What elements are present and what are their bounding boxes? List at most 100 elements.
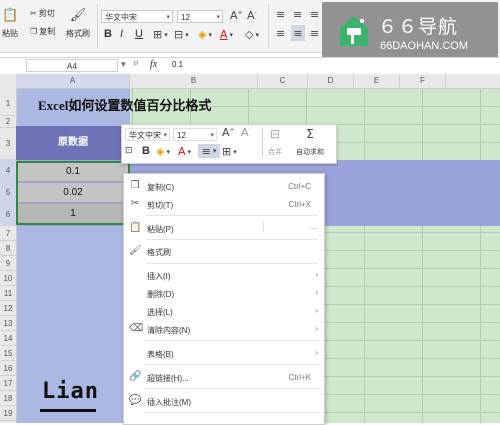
- row-header-15[interactable]: 15: [0, 346, 16, 361]
- bold-button[interactable]: B: [104, 28, 112, 40]
- merge-button[interactable]: ⊟ ▾: [174, 28, 189, 41]
- row-header-5[interactable]: 5: [0, 182, 16, 204]
- cut-button[interactable]: ✂ 剪切: [30, 8, 55, 19]
- header-cell-original-data[interactable]: 原数据: [16, 126, 130, 160]
- mini-bold-button[interactable]: B: [142, 145, 150, 157]
- sheet-title-cell[interactable]: Excel如何设置数值百分比格式: [38, 95, 211, 114]
- align-middle-button[interactable]: ≡: [293, 8, 302, 21]
- menu-item-delete[interactable]: 删除(D) ›: [123, 285, 323, 302]
- chevron-down-icon: ▾: [164, 30, 168, 39]
- ribbon-divider: [268, 4, 269, 48]
- paint-bucket-icon: ◈: [198, 28, 207, 41]
- menu-item-clear-contents[interactable]: ⌫ 清除内容(N) ›: [123, 321, 323, 338]
- row-header-18[interactable]: 18: [0, 391, 16, 406]
- clear-button[interactable]: ◇ ▾: [245, 28, 259, 41]
- font-size-select[interactable]: 12 ▾: [177, 10, 223, 23]
- clipboard-icon: 📋: [2, 8, 19, 23]
- menu-divider: [146, 388, 318, 389]
- underline-button[interactable]: U: [135, 28, 143, 40]
- menu-item-select[interactable]: 选择(L) ›: [123, 303, 323, 320]
- align-right-button[interactable]: ≡: [310, 27, 319, 40]
- row-header-17[interactable]: 17: [0, 376, 16, 391]
- menu-item-table[interactable]: 表格(B) ›: [123, 345, 323, 362]
- align-bottom-icon: ≡: [310, 8, 320, 21]
- row-header-6[interactable]: 6: [0, 204, 16, 226]
- menu-divider: [146, 340, 318, 341]
- row-header-12[interactable]: 12: [0, 301, 16, 316]
- column-header-e[interactable]: E: [354, 74, 400, 88]
- row-header-3[interactable]: 3: [0, 128, 16, 160]
- increase-font-button[interactable]: A+: [230, 9, 243, 22]
- menu-divider: [146, 239, 318, 240]
- column-header-b[interactable]: B: [130, 74, 258, 88]
- mini-border-button[interactable]: ⊞ ▾: [222, 145, 237, 158]
- font-name-select[interactable]: 华文中宋 ▾: [101, 10, 173, 23]
- align-center-button[interactable]: ≡: [291, 25, 305, 41]
- menu-item-copy[interactable]: ❐ 复制(C) Ctrl+C: [123, 178, 323, 195]
- row-header-13[interactable]: 13: [0, 316, 16, 331]
- menu-item-insert-comment[interactable]: 💬 插入批注(M): [123, 393, 323, 410]
- row-header-2[interactable]: 2: [0, 116, 16, 128]
- column-header-f[interactable]: F: [400, 74, 446, 88]
- mini-font-size-select[interactable]: 12 ▾: [173, 128, 217, 141]
- ribbon-divider: [97, 4, 98, 48]
- row-header-19[interactable]: 19: [0, 406, 16, 421]
- comment-icon: 💬: [129, 395, 142, 406]
- mini-align-center-button[interactable]: ≡ ▾: [198, 144, 220, 158]
- zoom-icon[interactable]: ⌕: [133, 57, 139, 70]
- menu-divider: [146, 263, 318, 264]
- align-left-button[interactable]: ≡: [276, 27, 285, 40]
- chevron-down-icon[interactable]: ▾: [121, 59, 126, 70]
- align-bottom-button[interactable]: ≡: [310, 8, 319, 21]
- chevron-down-icon: ▾: [166, 14, 170, 21]
- decrease-font-button[interactable]: A-: [247, 9, 257, 22]
- row-header-11[interactable]: 11: [0, 286, 16, 301]
- mini-font-name-select[interactable]: 华文中宋 ▾: [125, 128, 170, 141]
- column-header-c[interactable]: C: [258, 74, 308, 88]
- row-header-1[interactable]: 1: [0, 92, 16, 116]
- menu-item-cut[interactable]: ✂ 剪切(T) Ctrl+X: [123, 196, 323, 213]
- mini-autosum-button[interactable]: Σ 自动求和: [296, 127, 324, 157]
- row-header-10[interactable]: 10: [0, 271, 16, 286]
- row-header-7[interactable]: 7: [0, 226, 16, 241]
- column-header-a[interactable]: A: [16, 74, 130, 88]
- fx-icon[interactable]: fx: [150, 59, 157, 70]
- merge-cells-icon: ⊟: [269, 127, 281, 141]
- row-header-9[interactable]: 9: [0, 256, 16, 271]
- row-header-14[interactable]: 14: [0, 331, 16, 346]
- paste-button[interactable]: 📋 粘贴: [2, 8, 18, 39]
- align-top-button[interactable]: ≡: [276, 8, 285, 21]
- menu-item-format-painter[interactable]: 🖌 格式刷: [123, 243, 323, 260]
- border-button[interactable]: ⊞ ▾: [153, 28, 168, 41]
- merge-cells-icon: ⊟: [174, 28, 184, 41]
- column-header-d[interactable]: D: [308, 74, 354, 88]
- row-header-4[interactable]: 4: [0, 160, 16, 182]
- watermark-title: ６６导航: [378, 16, 459, 38]
- mini-decrease-font-button[interactable]: A-: [241, 126, 251, 139]
- format-painter-button[interactable]: 🖌 格式刷: [66, 8, 90, 39]
- mini-merge-button[interactable]: ⊟ 合并: [268, 127, 282, 157]
- copy-button[interactable]: ❐ 复制: [30, 26, 55, 37]
- chevron-down-icon: ▾: [163, 132, 167, 139]
- menu-divider: [146, 364, 318, 365]
- row-header-16[interactable]: 16: [0, 361, 16, 376]
- formula-input[interactable]: 0.1: [172, 60, 183, 69]
- italic-button[interactable]: I: [120, 28, 123, 40]
- more-options-icon[interactable]: ···: [309, 224, 317, 233]
- mini-font-color-button[interactable]: A ▾: [178, 145, 191, 158]
- row-header-8[interactable]: 8: [0, 241, 16, 256]
- mini-cell-format-button[interactable]: ⊡: [125, 146, 133, 156]
- font-color-button[interactable]: A ▾: [220, 28, 233, 41]
- fill-color-button[interactable]: ◈ ▾: [198, 28, 212, 41]
- mini-fill-color-button[interactable]: ◈ ▾: [156, 145, 170, 158]
- chevron-right-icon: ›: [315, 324, 318, 333]
- name-box[interactable]: A4: [26, 59, 118, 72]
- mini-divider: [262, 128, 263, 158]
- chevron-right-icon: ›: [315, 288, 318, 297]
- menu-item-insert[interactable]: 插入(I) ›: [123, 267, 323, 284]
- menu-item-hyperlink[interactable]: 🔗 超链接(H)... Ctrl+K: [123, 369, 323, 386]
- copy-icon: ❐: [130, 180, 140, 191]
- mini-increase-font-button[interactable]: A+: [222, 126, 235, 139]
- menu-item-paste[interactable]: 📋 粘贴(P) ···: [123, 220, 323, 237]
- watermark-domain: 66DAOHAN.COM: [380, 40, 469, 52]
